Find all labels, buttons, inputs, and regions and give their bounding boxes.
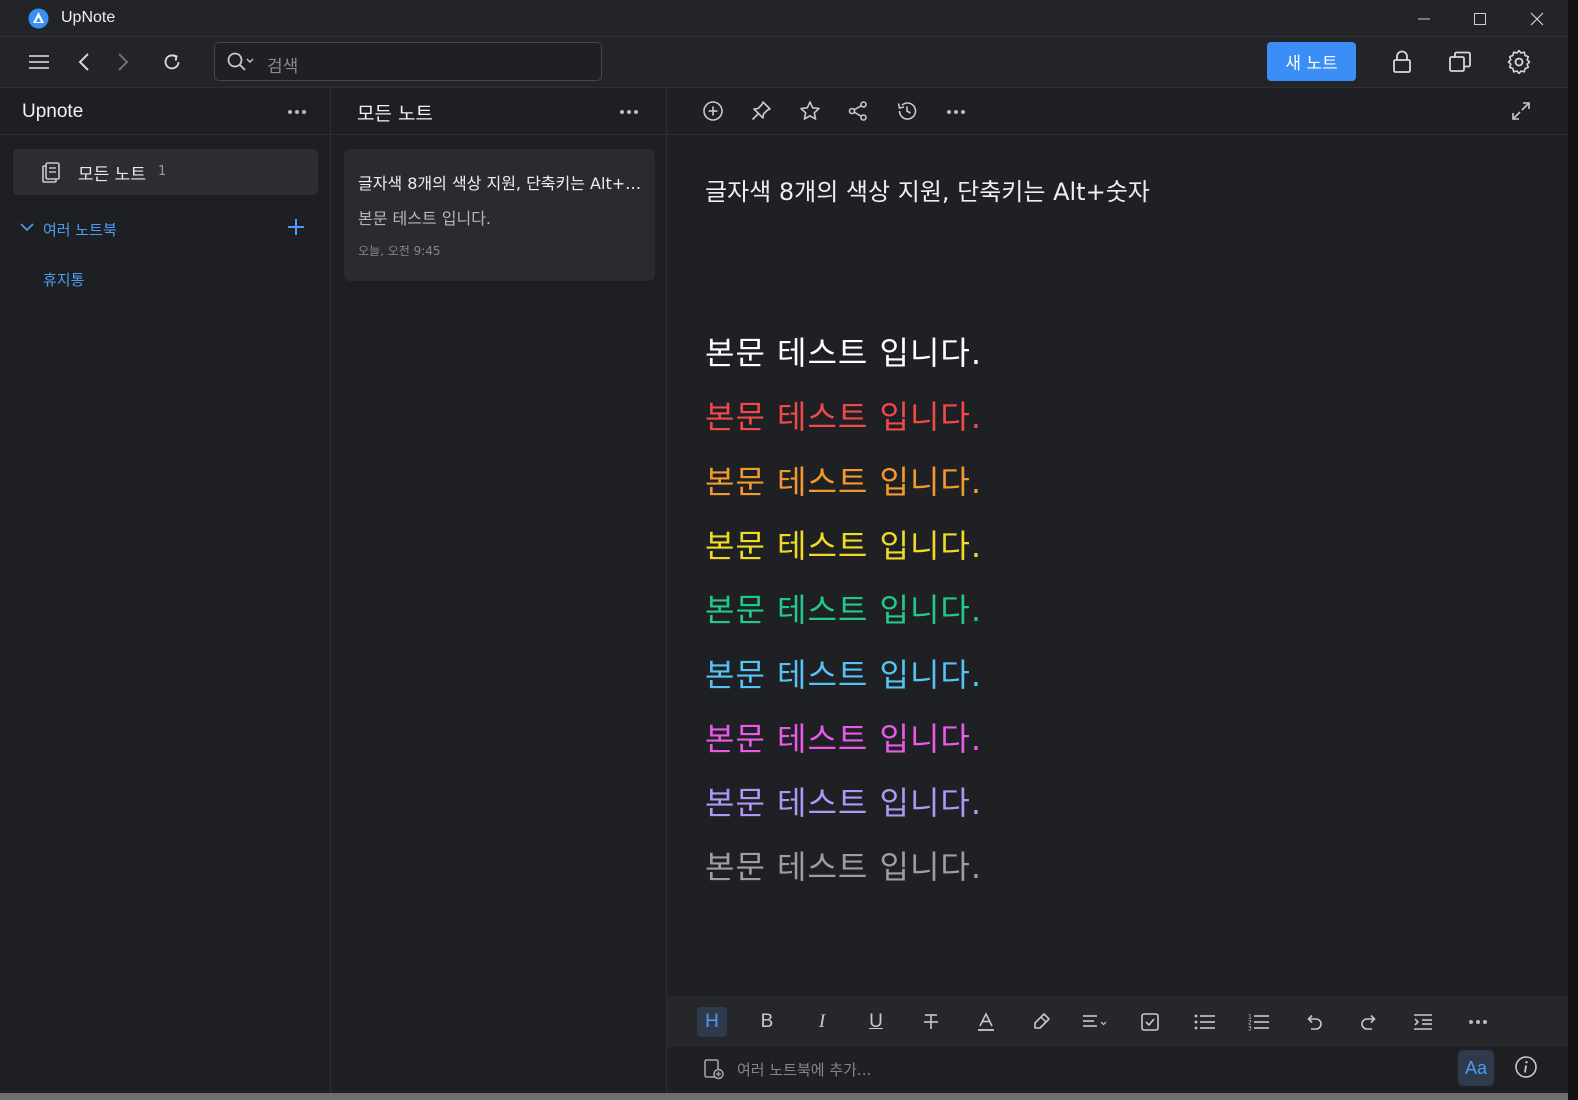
italic-button[interactable]: I: [807, 1007, 837, 1037]
app-title: UpNote: [61, 9, 116, 26]
note-body-line[interactable]: 본문 테스트 입니다.: [705, 521, 982, 567]
note-list-more-icon[interactable]: [620, 110, 638, 114]
all-notes-count: 1: [158, 164, 167, 179]
highlighter-icon[interactable]: [1026, 1007, 1056, 1037]
sidebar: Upnote 모든 노트 1 여러 노트북 휴지통: [0, 88, 331, 1093]
search-icon: [227, 52, 257, 72]
editor-more-icon[interactable]: [947, 110, 965, 114]
lock-icon[interactable]: [1389, 49, 1415, 75]
note-item-title: 글자색 8개의 색상 지원, 단축키는 Alt+숫자: [358, 174, 643, 193]
search-input[interactable]: 검색: [214, 42, 602, 81]
menu-icon[interactable]: [26, 49, 52, 75]
editor-toolbar: [667, 88, 1568, 135]
pin-icon[interactable]: [749, 99, 773, 123]
info-icon[interactable]: [1514, 1055, 1538, 1079]
add-notebook-icon[interactable]: [287, 218, 305, 236]
minimize-button[interactable]: [1396, 0, 1452, 37]
history-icon[interactable]: [895, 99, 919, 123]
refresh-icon[interactable]: [159, 49, 185, 75]
notes-stack-icon: [41, 161, 61, 183]
note-body-line[interactable]: 본문 테스트 입니다.: [705, 714, 982, 760]
note-body-line[interactable]: 본문 테스트 입니다.: [705, 392, 982, 438]
add-notebook-note-icon[interactable]: [703, 1058, 725, 1080]
strikethrough-icon[interactable]: [916, 1007, 946, 1037]
checkbox-icon[interactable]: [1135, 1007, 1165, 1037]
note-body-line[interactable]: 본문 테스트 입니다.: [705, 842, 982, 888]
new-window-icon[interactable]: [1447, 49, 1473, 75]
note-body-line[interactable]: 본문 테스트 입니다.: [705, 778, 982, 824]
note-body-line[interactable]: 본문 테스트 입니다.: [705, 585, 982, 631]
editor-footer: 여러 노트북에 추가... Aa: [667, 1047, 1568, 1093]
notebooks-label: 여러 노트북: [43, 221, 117, 239]
svg-text:3: 3: [1248, 1026, 1252, 1032]
share-icon[interactable]: [846, 99, 870, 123]
search-placeholder: 검색: [267, 57, 299, 77]
main-toolbar: 검색 새 노트: [0, 37, 1568, 88]
note-list-header: 모든 노트: [331, 88, 666, 135]
note-body-line[interactable]: 본문 테스트 입니다.: [705, 650, 982, 696]
note-list-panel: 모든 노트 글자색 8개의 색상 지원, 단축키는 Alt+숫자 본문 테스트 …: [331, 88, 667, 1093]
app-logo-icon: [28, 8, 49, 29]
note-body-line[interactable]: 본문 테스트 입니다.: [705, 457, 982, 503]
note-title[interactable]: 글자색 8개의 색상 지원, 단축키는 Alt+숫자: [705, 172, 1150, 207]
numbered-list-icon[interactable]: 123: [1244, 1007, 1274, 1037]
chevron-down-icon[interactable]: [20, 222, 34, 232]
font-style-button[interactable]: Aa: [1458, 1050, 1494, 1086]
indent-icon[interactable]: [1408, 1007, 1438, 1037]
window-edge: [1568, 0, 1578, 1100]
underline-button[interactable]: U: [861, 1007, 891, 1037]
expand-icon[interactable]: [1509, 99, 1533, 123]
add-to-notebook-field[interactable]: 여러 노트북에 추가...: [737, 1059, 871, 1080]
text-color-icon[interactable]: [971, 1007, 1001, 1037]
add-circle-icon[interactable]: [701, 99, 725, 123]
format-toolbar: H B I U 123: [667, 996, 1568, 1047]
undo-icon[interactable]: [1299, 1007, 1329, 1037]
redo-icon[interactable]: [1354, 1007, 1384, 1037]
sidebar-more-icon[interactable]: [288, 110, 306, 114]
sidebar-notebooks-section[interactable]: 여러 노트북: [20, 216, 320, 242]
all-notes-label: 모든 노트: [78, 165, 146, 185]
note-list-title: 모든 노트: [357, 103, 433, 125]
sidebar-item-all-notes[interactable]: 모든 노트 1: [13, 149, 318, 195]
heading-button[interactable]: H: [697, 1007, 727, 1037]
note-list-item[interactable]: 글자색 8개의 색상 지원, 단축키는 Alt+숫자 본문 테스트 입니다. 오…: [344, 149, 655, 281]
sidebar-title: Upnote: [22, 101, 84, 122]
star-icon[interactable]: [798, 99, 822, 123]
note-body-line[interactable]: 본문 테스트 입니다.: [705, 328, 982, 374]
maximize-button[interactable]: [1452, 0, 1508, 37]
back-icon[interactable]: [71, 49, 97, 75]
align-icon[interactable]: [1080, 1007, 1110, 1037]
title-bar: UpNote: [0, 0, 1568, 37]
note-item-preview: 본문 테스트 입니다.: [358, 209, 492, 228]
settings-gear-icon[interactable]: [1506, 49, 1532, 75]
note-item-date: 오늘, 오전 9:45: [358, 244, 441, 258]
sidebar-header: Upnote: [0, 88, 330, 135]
bullet-list-icon[interactable]: [1190, 1007, 1220, 1037]
editor-panel: 글자색 8개의 색상 지원, 단축키는 Alt+숫자 본문 테스트 입니다. 본문…: [667, 88, 1568, 1093]
taskbar-edge: [0, 1093, 1568, 1100]
forward-icon[interactable]: [110, 49, 136, 75]
format-more-icon[interactable]: [1469, 1020, 1487, 1024]
new-note-button[interactable]: 새 노트: [1267, 42, 1356, 81]
sidebar-item-trash[interactable]: 휴지통: [43, 269, 84, 290]
bold-button[interactable]: B: [752, 1007, 782, 1037]
close-button[interactable]: [1509, 0, 1565, 37]
